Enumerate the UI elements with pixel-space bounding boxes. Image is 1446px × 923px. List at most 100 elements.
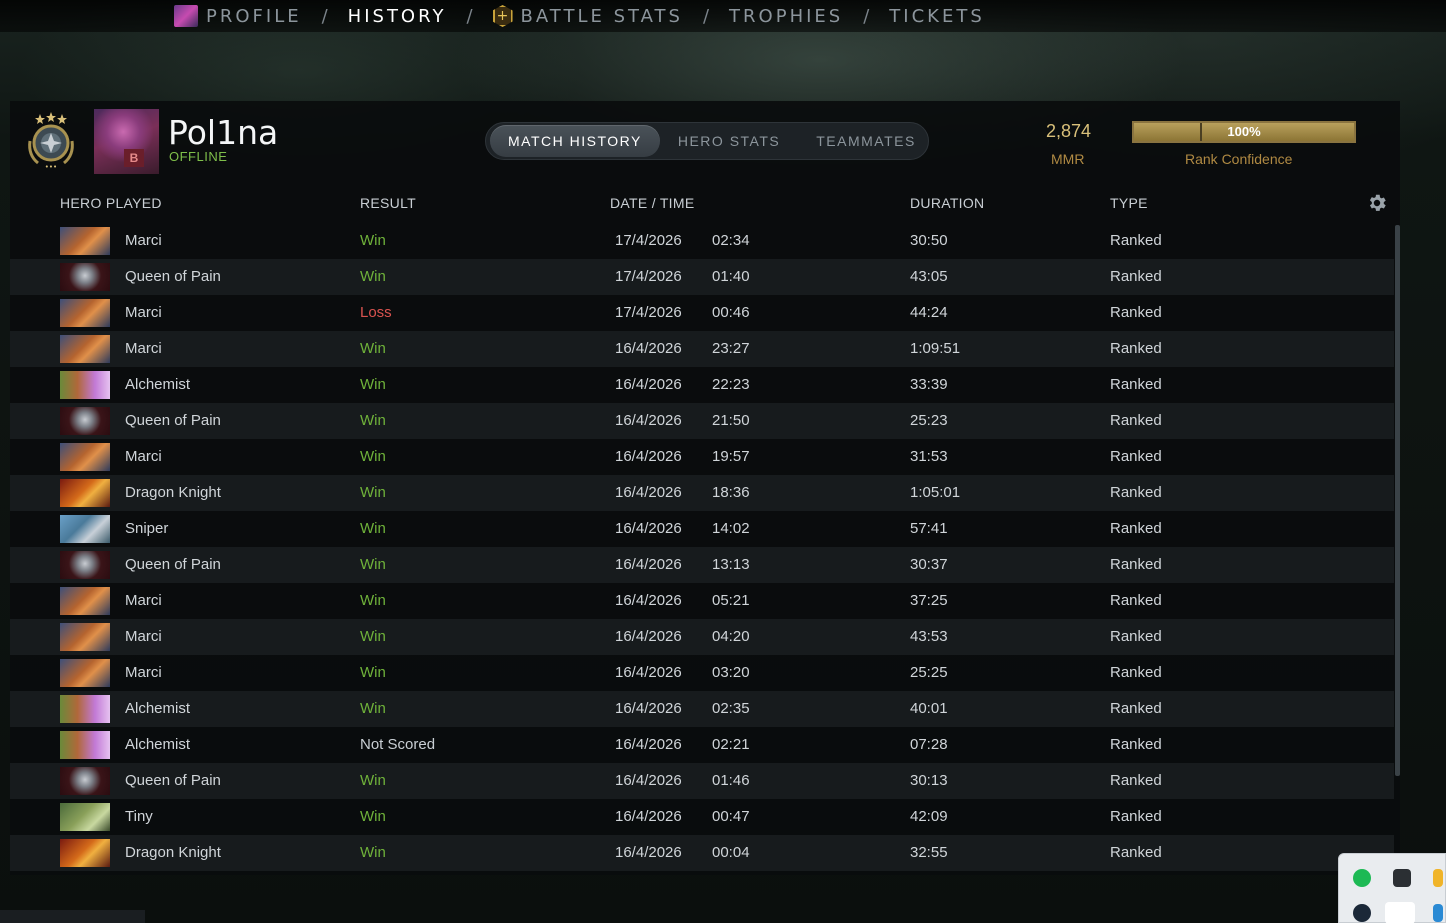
- match-date: 16/4/2026: [615, 376, 682, 393]
- match-time: 01:46: [712, 772, 750, 789]
- match-time: 21:50: [712, 412, 750, 429]
- match-date: 16/4/2026: [615, 520, 682, 537]
- match-row[interactable]: Marci Win 16/4/2026 19:57 31:53 Ranked: [10, 439, 1394, 475]
- match-time: 00:47: [712, 808, 750, 825]
- match-date: 16/4/2026: [615, 484, 682, 501]
- match-row[interactable]: Alchemist Win 16/4/2026 02:35 40:01 Ranked: [10, 691, 1394, 727]
- mmr-label: MMR: [1051, 151, 1085, 167]
- match-type: Ranked: [1110, 628, 1162, 645]
- player-status: OFFLINE: [169, 149, 228, 164]
- match-type: Ranked: [1110, 772, 1162, 789]
- match-type: Ranked: [1110, 412, 1162, 429]
- app-tray-icon[interactable]: [1433, 869, 1443, 887]
- hero-portrait: [60, 803, 110, 831]
- match-type: Ranked: [1110, 304, 1162, 321]
- match-result: Not Scored: [360, 736, 436, 753]
- match-row[interactable]: Alchemist Win 16/4/2026 22:23 33:39 Ranked: [10, 367, 1394, 403]
- match-duration: 57:41: [910, 520, 948, 537]
- match-type: Ranked: [1110, 520, 1162, 537]
- spotify-icon[interactable]: [1353, 869, 1371, 887]
- hero-portrait: [60, 515, 110, 543]
- nav-history[interactable]: HISTORY: [348, 6, 447, 27]
- hero-portrait: [60, 839, 110, 867]
- match-row[interactable]: Marci Win 16/4/2026 23:27 1:09:51 Ranked: [10, 331, 1394, 367]
- profile-icon: [174, 5, 198, 27]
- match-date: 16/4/2026: [615, 412, 682, 429]
- match-row[interactable]: Marci Loss 17/4/2026 00:46 44:24 Ranked: [10, 295, 1394, 331]
- steam-icon[interactable]: [1353, 904, 1371, 922]
- nav-trophies-label: TROPHIES: [729, 5, 844, 27]
- hero-portrait: [60, 479, 110, 507]
- match-type: Ranked: [1110, 340, 1162, 357]
- tab-teammates[interactable]: TEAMMATES: [798, 125, 934, 157]
- match-row[interactable]: Sniper Win 16/4/2026 14:02 57:41 Ranked: [10, 511, 1394, 547]
- hero-portrait: [60, 263, 110, 291]
- match-row[interactable]: Alchemist Not Scored 16/4/2026 02:21 07:28 Ra…: [10, 727, 1394, 763]
- match-type: Ranked: [1110, 376, 1162, 393]
- match-time: 13:13: [712, 556, 750, 573]
- hero-name: Queen of Pain: [125, 412, 221, 429]
- nav-tickets[interactable]: TICKETS: [889, 6, 984, 27]
- match-duration: 40:01: [910, 700, 948, 717]
- nav-trophies[interactable]: TROPHIES: [729, 6, 843, 27]
- match-row[interactable]: Queen of Pain Win 16/4/2026 01:46 30:13 Ranke…: [10, 763, 1394, 799]
- match-row[interactable]: Queen of Pain Win 16/4/2026 13:13 30:37 Ranke…: [10, 547, 1394, 583]
- tab-hero-stats[interactable]: HERO STATS: [660, 125, 798, 157]
- match-date: 17/4/2026: [615, 232, 682, 249]
- rank-confidence-bar: 100%: [1132, 121, 1356, 143]
- match-date: 16/4/2026: [615, 664, 682, 681]
- match-row[interactable]: Tiny Win 16/4/2026 00:47 42:09 Ranked: [10, 799, 1394, 835]
- rank-medal-icon: •••: [28, 112, 74, 171]
- match-result: Win: [360, 844, 386, 861]
- hero-name: Marci: [125, 232, 162, 249]
- match-time: 01:40: [712, 268, 750, 285]
- match-row[interactable]: Queen of Pain Win 17/4/2026 01:40 43:05 Ranke…: [10, 259, 1394, 295]
- top-nav: PROFILE / HISTORY / + BATTLE STATS / TRO…: [0, 0, 1446, 32]
- nav-tickets-label: TICKETS: [889, 5, 985, 27]
- match-row[interactable]: Marci Win 16/4/2026 04:20 43:53 Ranked: [10, 619, 1394, 655]
- match-result: Loss: [360, 304, 392, 321]
- hero-name: Dragon Knight: [125, 484, 221, 501]
- match-duration: 43:53: [910, 628, 948, 645]
- column-header-duration[interactable]: DURATION: [910, 195, 984, 211]
- match-date: 16/4/2026: [615, 628, 682, 645]
- scrollbar[interactable]: [1395, 225, 1400, 776]
- match-row[interactable]: Marci Win 17/4/2026 02:34 30:50 Ranked: [10, 223, 1394, 259]
- match-time: 18:36: [712, 484, 750, 501]
- match-type: Ranked: [1110, 700, 1162, 717]
- app-tray-icon[interactable]: [1385, 902, 1415, 923]
- app-tray-icon[interactable]: [1433, 904, 1443, 922]
- player-name: Pol1na: [168, 113, 279, 152]
- match-row[interactable]: Marci Win 16/4/2026 05:21 37:25 Ranked: [10, 583, 1394, 619]
- match-row[interactable]: Queen of Pain Win 16/4/2026 21:50 25:23 Ranke…: [10, 403, 1394, 439]
- match-result: Win: [360, 412, 386, 429]
- match-date: 17/4/2026: [615, 268, 682, 285]
- mmr-value: 2,874: [1046, 121, 1092, 141]
- match-time: 23:27: [712, 340, 750, 357]
- match-duration: 42:09: [910, 808, 948, 825]
- gear-icon[interactable]: [1366, 192, 1388, 214]
- nav-battle-stats[interactable]: + BATTLE STATS: [492, 5, 683, 27]
- column-header-type[interactable]: TYPE: [1110, 195, 1148, 211]
- match-duration: 30:37: [910, 556, 948, 573]
- match-row[interactable]: Marci Win 16/4/2026 03:20 25:25 Ranked: [10, 655, 1394, 691]
- column-header-hero[interactable]: HERO PLAYED: [60, 195, 162, 211]
- match-row[interactable]: Dragon Knight Win 16/4/2026 00:04 32:55 Ranke…: [10, 835, 1394, 871]
- column-header-datetime[interactable]: DATE / TIME: [610, 195, 694, 211]
- match-row[interactable]: Dragon Knight Win 16/4/2026 18:36 1:05:01 Ran…: [10, 475, 1394, 511]
- tab-match-history[interactable]: MATCH HISTORY: [490, 125, 660, 157]
- match-date: 16/4/2026: [615, 556, 682, 573]
- match-duration: 1:09:51: [910, 340, 961, 357]
- match-result: Win: [360, 484, 386, 501]
- hero-name: Queen of Pain: [125, 268, 221, 285]
- match-result: Win: [360, 556, 386, 573]
- match-duration: 33:39: [910, 376, 948, 393]
- match-result: Win: [360, 664, 386, 681]
- match-time: 02:34: [712, 232, 750, 249]
- nav-profile[interactable]: PROFILE: [174, 5, 302, 27]
- column-header-result[interactable]: RESULT: [360, 195, 416, 211]
- match-date: 16/4/2026: [615, 736, 682, 753]
- match-date: 16/4/2026: [615, 592, 682, 609]
- avatar[interactable]: B: [94, 109, 159, 174]
- nvidia-icon[interactable]: [1393, 869, 1411, 887]
